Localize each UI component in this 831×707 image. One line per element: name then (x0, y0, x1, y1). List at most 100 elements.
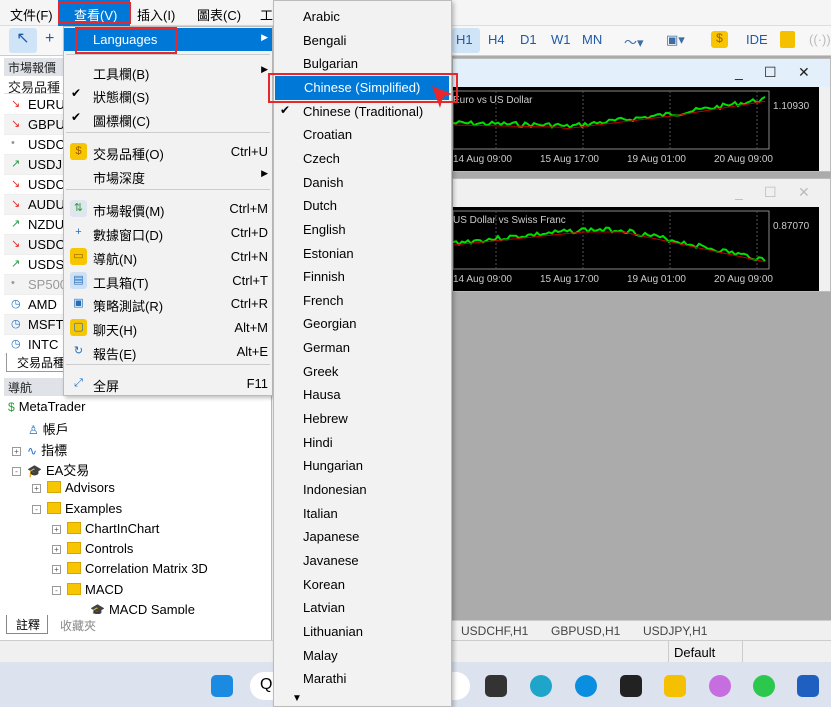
language-item[interactable]: Czech (274, 147, 451, 171)
language-item[interactable]: Javanese (274, 549, 451, 573)
minimize-icon[interactable]: _ (735, 184, 743, 200)
chart-canvas[interactable]: US Dollar vs Swiss Franc 0.87070 14 Aug … (452, 207, 819, 291)
tab-comments[interactable]: 註釋 (6, 615, 48, 634)
tree-item[interactable]: ♙ 帳戶 (28, 419, 69, 438)
language-item[interactable]: Georgian (274, 312, 451, 336)
menu-item[interactable]: + 數據窗口(D) Ctrl+D (64, 221, 272, 244)
tree-item[interactable]: + Advisors (32, 480, 115, 495)
collapse-icon[interactable]: - (32, 504, 41, 514)
menu-insert[interactable]: 插入(I) (137, 5, 175, 24)
crosshair-icon[interactable]: + (45, 30, 54, 48)
ide-button[interactable]: IDE (746, 32, 768, 47)
chart-tab[interactable]: GBPUSD,H1 (551, 624, 620, 638)
signal-icon[interactable]: ((·)) (809, 32, 831, 47)
menu-item[interactable]: ▤ 工具箱(T) Ctrl+T (64, 269, 272, 292)
wechat-icon[interactable] (753, 675, 775, 697)
scroll-down-arrow-icon[interactable]: ▼ (292, 693, 302, 704)
line-chart-icon[interactable]: 〜▾ (624, 32, 644, 51)
tree-item[interactable]: - 🎓 EA交易 (12, 460, 89, 479)
language-item[interactable]: Italian (274, 502, 451, 526)
word-icon[interactable] (797, 675, 819, 697)
tab-symbols[interactable]: 交易品種 (6, 353, 66, 372)
edge-icon[interactable] (530, 675, 552, 697)
language-item[interactable]: Lithuanian (274, 620, 451, 644)
close-icon[interactable]: ✕ (798, 184, 810, 201)
expand-icon[interactable]: + (32, 484, 41, 494)
collapse-icon[interactable]: - (52, 585, 61, 595)
language-item[interactable]: ✔ Chinese (Traditional) (274, 100, 451, 124)
language-item[interactable]: Japanese (274, 525, 451, 549)
language-item[interactable]: Marathi (274, 667, 451, 691)
file-explorer-icon[interactable] (664, 675, 686, 697)
language-item[interactable]: Malay (274, 644, 451, 668)
menu-item[interactable]: ⇅ 市場報價(M) Ctrl+M (64, 197, 272, 220)
menu-chart[interactable]: 圖表(C) (197, 5, 241, 24)
maximize-icon[interactable]: ☐ (764, 64, 777, 81)
tree-item[interactable]: $ MetaTrader (8, 399, 85, 414)
timeframe-w1[interactable]: W1 (551, 32, 571, 47)
cat-app-icon[interactable] (709, 675, 731, 697)
language-item[interactable]: Bengali (274, 29, 451, 53)
cursor-tool-icon[interactable]: ↖ (9, 28, 37, 53)
menu-item[interactable]: ↻ 報告(E) Alt+E (64, 340, 272, 363)
tree-item[interactable]: + ChartInChart (52, 521, 159, 536)
language-item[interactable]: Hindi (274, 431, 451, 455)
expand-icon[interactable]: + (52, 545, 61, 555)
language-item[interactable]: Hebrew (274, 407, 451, 431)
menu-item[interactable]: ✔ 狀態欄(S) (64, 83, 272, 106)
language-item[interactable]: Hausa (274, 383, 451, 407)
profile-status[interactable]: Default (668, 641, 743, 662)
language-item[interactable]: Finnish (274, 265, 451, 289)
menu-item[interactable]: ▭ 導航(N) Ctrl+N (64, 245, 272, 268)
menu-item[interactable]: ⤢ 全屏 F11 (64, 372, 272, 395)
menu-tools[interactable]: 工 (260, 5, 273, 24)
close-icon[interactable]: ✕ (798, 64, 810, 81)
language-item[interactable]: Croatian (274, 123, 451, 147)
language-item[interactable]: Danish (274, 171, 451, 195)
tree-item[interactable]: + Correlation Matrix 3D (52, 561, 208, 576)
tree-item[interactable]: - MACD (52, 582, 123, 597)
language-item[interactable]: French (274, 289, 451, 313)
language-item[interactable]: Latvian (274, 596, 451, 620)
task-view-icon[interactable] (485, 675, 507, 697)
tree-item[interactable]: + Controls (52, 541, 133, 556)
language-item[interactable]: Greek (274, 360, 451, 384)
language-item[interactable]: Estonian (274, 242, 451, 266)
collapse-icon[interactable]: - (12, 466, 21, 476)
maximize-icon[interactable]: ☐ (764, 184, 777, 201)
language-item[interactable]: English (274, 218, 451, 242)
timeframe-h1[interactable]: H1 (456, 32, 473, 47)
market-bag-icon[interactable] (780, 31, 795, 48)
menu-item[interactable]: 工具欄(B) ▶ (64, 60, 272, 83)
timeframe-h4[interactable]: H4 (488, 32, 505, 47)
language-item[interactable]: Arabic (274, 5, 451, 29)
chart-tab[interactable]: USDJPY,H1 (643, 624, 707, 638)
chart-tab[interactable]: USDCHF,H1 (461, 624, 528, 638)
skype-icon[interactable] (575, 675, 597, 697)
menu-item[interactable]: ✔ 圖標欄(C) (64, 107, 272, 130)
dollar-icon[interactable]: $ (711, 31, 728, 48)
language-item[interactable]: German (274, 336, 451, 360)
language-item[interactable]: Korean (274, 573, 451, 597)
language-item[interactable]: Hungarian (274, 454, 451, 478)
menu-item[interactable]: ▢ 聊天(H) Alt+M (64, 316, 272, 339)
chart-canvas[interactable]: Euro vs US Dollar 1.10930 14 Aug 09:00 1… (452, 87, 819, 171)
language-item[interactable]: Indonesian (274, 478, 451, 502)
tab-favorites[interactable]: 收藏夾 (60, 617, 96, 634)
menu-file[interactable]: 文件(F) (10, 5, 53, 24)
menu-item[interactable]: 市場深度 ▶ (64, 164, 272, 187)
timeframe-d1[interactable]: D1 (520, 32, 537, 47)
figma-icon[interactable] (620, 675, 642, 697)
tree-item[interactable]: - Examples (32, 501, 122, 516)
indicators-icon[interactable]: ▣▾ (666, 32, 685, 48)
minimize-icon[interactable]: _ (735, 64, 743, 80)
expand-icon[interactable]: + (52, 524, 61, 534)
language-item[interactable]: Dutch (274, 194, 451, 218)
expand-icon[interactable]: + (52, 565, 61, 575)
timeframe-mn[interactable]: MN (582, 32, 602, 47)
windows-start-icon[interactable] (211, 675, 233, 697)
expand-icon[interactable]: + (12, 446, 21, 456)
tree-item[interactable]: + ∿ 指標 (12, 440, 67, 459)
menu-item[interactable]: ▣ 策略測試(R) Ctrl+R (64, 292, 272, 315)
tree-item[interactable]: 🎓 MACD Sample (90, 602, 195, 614)
